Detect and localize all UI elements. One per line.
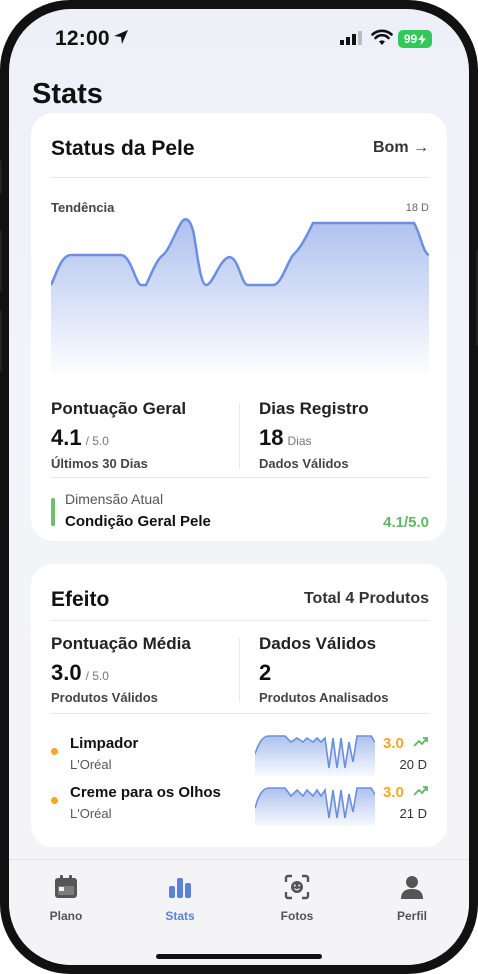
dimension-indicator [51,498,55,526]
tab-fotos[interactable]: Fotos [257,874,337,923]
product-sparkline [255,787,375,826]
product-score: 3.0 [383,735,404,752]
vertical-divider [239,403,240,469]
product-score: 3.0 [383,784,404,801]
effect-total[interactable]: Total 4 Produtos [304,590,429,608]
record-days-sub: Dados Válidos [259,456,349,471]
volume-down-button [0,310,2,372]
tab-label: Plano [49,909,83,923]
charging-bolt-icon [418,33,427,45]
trend-chart [51,218,429,373]
dimension-label: Dimensão Atual [65,491,164,507]
skin-status-title: Status da Pele [51,137,195,160]
avg-score-number: 3.0 [51,660,82,685]
trend-area [51,219,429,373]
avg-score-sub: Produtos Válidos [51,690,158,705]
tab-label: Stats [165,909,195,923]
record-days-label: Dias Registro [259,399,369,418]
record-days-value: 18 Dias [259,425,312,451]
overall-score-unit: / 5.0 [85,434,109,448]
cellular-signal-icon [340,31,362,45]
record-days-number: 18 [259,425,284,450]
product-status-dot [51,748,58,755]
battery-indicator: 99 [398,30,432,48]
product-name: Limpador [70,735,139,752]
dimension-score: 4.1/5.0 [383,514,429,531]
overall-score-label: Pontuação Geral [51,399,187,418]
phone-frame: 12:00 99 Stats Status da Pele Bom → Tend… [0,0,478,974]
dimension-value[interactable]: Condição Geral Pele [65,513,211,530]
overall-score-period: Últimos 30 Dias [51,456,148,471]
avg-score-value: 3.0/ 5.0 [51,660,109,686]
mute-switch [0,160,2,194]
screen: 12:00 99 Stats Status da Pele Bom → Tend… [9,9,469,965]
tab-plano[interactable]: Plano [26,874,106,923]
page-title: Stats [32,78,103,110]
trend-up-icon [413,737,428,747]
face-scan-icon [284,874,310,900]
tab-bar: Plano Stats Fotos Perfil [9,859,469,965]
calendar-icon [55,875,77,898]
tab-label: Fotos [280,909,314,923]
trend-label: Tendência [51,200,115,215]
divider [51,177,429,178]
status-bar: 12:00 99 [9,9,469,69]
product-sparkline [255,735,375,776]
divider [51,477,429,478]
volume-up-button [0,230,2,292]
valid-data-value: 2 [259,660,272,685]
location-arrow-icon [114,30,128,44]
home-indicator[interactable] [156,954,322,959]
valid-data-label: Dados Válidos [259,634,377,653]
valid-data-sub: Produtos Analisados [259,690,389,705]
overall-score-value: 4.1/ 5.0 [51,425,109,451]
product-brand: L'Oréal [70,757,112,772]
trend-up-icon [413,786,428,796]
skin-status-link[interactable]: Bom → [373,139,429,157]
tab-stats[interactable]: Stats [140,874,220,923]
bar-chart-icon [169,878,191,898]
tab-label: Perfil [396,909,427,923]
wifi-icon [371,29,393,45]
trend-range-label: 18 D [405,202,429,214]
divider [51,713,429,714]
divider [51,620,429,621]
product-brand: L'Oréal [70,806,112,821]
tab-perfil[interactable]: Perfil [372,874,452,923]
product-status-dot [51,797,58,804]
effect-card: Efeito Total 4 Produtos Pontuação Média … [31,564,447,847]
status-time: 12:00 [55,27,110,50]
avg-score-unit: / 5.0 [85,669,109,683]
skin-status-card: Status da Pele Bom → Tendência 18 D Pont… [31,113,447,541]
effect-title: Efeito [51,588,110,611]
product-name: Creme para os Olhos [70,784,221,801]
vertical-divider [239,638,240,702]
overall-score-number: 4.1 [51,425,82,450]
person-icon [401,876,423,899]
battery-level: 99 [403,32,418,46]
product-days: 21 D [399,806,427,821]
product-days: 20 D [399,757,427,772]
record-days-unit: Dias [287,434,312,448]
avg-score-label: Pontuação Média [51,634,191,653]
